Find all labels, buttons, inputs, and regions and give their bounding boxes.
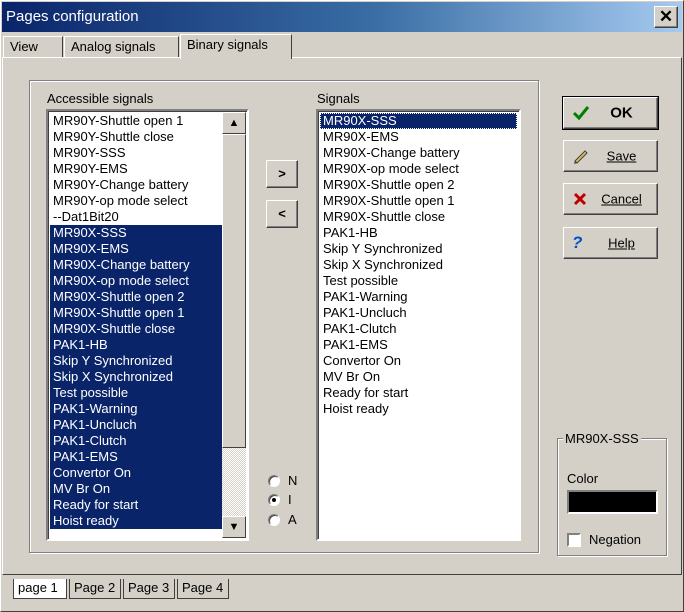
save-button[interactable]: Save bbox=[563, 140, 658, 172]
accessible-items: MR90Y-Shuttle open 1 MR90Y-Shuttle close M… bbox=[50, 113, 223, 529]
list-item[interactable]: Test possible bbox=[320, 273, 517, 289]
cancel-label: Cancel bbox=[601, 191, 642, 207]
list-item[interactable]: MR90Y-SSS bbox=[50, 145, 223, 161]
list-item[interactable]: Hoist ready bbox=[320, 401, 517, 417]
list-item[interactable]: MR90X-EMS bbox=[50, 241, 223, 257]
list-item[interactable]: PAK1-Clutch bbox=[50, 433, 223, 449]
list-item[interactable]: MR90X-Shuttle close bbox=[320, 209, 517, 225]
list-item[interactable]: Skip X Synchronized bbox=[50, 369, 223, 385]
list-item[interactable]: MR90Y-EMS bbox=[50, 161, 223, 177]
list-item[interactable]: PAK1-HB bbox=[50, 337, 223, 353]
list-item[interactable]: Convertor On bbox=[320, 353, 517, 369]
remove-signal-button[interactable]: < bbox=[266, 200, 298, 228]
accessible-signals-label: Accessible signals bbox=[47, 91, 154, 106]
tab-page-4[interactable]: Page 4 bbox=[177, 579, 229, 599]
list-item[interactable]: Test possible bbox=[50, 385, 223, 401]
add-signal-button[interactable]: > bbox=[266, 160, 298, 188]
list-item[interactable]: MR90X-SSS bbox=[320, 113, 517, 129]
negation-checkbox[interactable] bbox=[567, 533, 581, 547]
tab-page-2[interactable]: Page 2 bbox=[69, 579, 121, 599]
title-bar: Pages configuration ✕ bbox=[2, 2, 682, 32]
list-item[interactable]: MR90X-Shuttle open 1 bbox=[50, 305, 223, 321]
signals-label: Signals bbox=[317, 91, 360, 106]
negation-label: Negation bbox=[589, 532, 642, 547]
list-item[interactable]: PAK1-EMS bbox=[50, 449, 223, 465]
list-item[interactable]: Convertor On bbox=[50, 465, 223, 481]
signals-items: MR90X-SSS MR90X-EMS MR90X-Change battery MR… bbox=[320, 113, 517, 417]
list-item[interactable]: MR90Y-Shuttle open 1 bbox=[50, 113, 223, 129]
list-item[interactable]: MR90Y-op mode select bbox=[50, 193, 223, 209]
close-icon: ✕ bbox=[658, 7, 674, 26]
list-item[interactable]: MR90Y-Shuttle close bbox=[50, 129, 223, 145]
list-item[interactable]: MR90X-Shuttle open 2 bbox=[320, 177, 517, 193]
list-item[interactable]: MR90X-EMS bbox=[320, 129, 517, 145]
tab-page-1[interactable]: page 1 bbox=[13, 579, 67, 599]
list-item[interactable]: PAK1-Clutch bbox=[320, 321, 517, 337]
list-item[interactable]: Skip Y Synchronized bbox=[320, 241, 517, 257]
list-item[interactable]: MR90X-Shuttle open 1 bbox=[320, 193, 517, 209]
radio-n[interactable]: N bbox=[268, 473, 308, 489]
help-button[interactable]: ? Help bbox=[563, 227, 658, 259]
scroll-up-button[interactable]: ▲ bbox=[222, 112, 246, 134]
ok-button[interactable]: OK bbox=[562, 96, 659, 130]
list-item[interactable]: Hoist ready bbox=[50, 513, 223, 529]
scroll-thumb[interactable] bbox=[222, 134, 246, 448]
list-item[interactable]: Skip X Synchronized bbox=[320, 257, 517, 273]
accessible-signals-list[interactable]: MR90Y-Shuttle open 1 MR90Y-Shuttle close M… bbox=[46, 109, 249, 541]
color-label: Color bbox=[567, 471, 599, 486]
color-swatch[interactable] bbox=[567, 490, 658, 514]
radio-n-label: N bbox=[288, 473, 298, 488]
save-label: Save bbox=[606, 148, 637, 164]
list-item[interactable]: Skip Y Synchronized bbox=[50, 353, 223, 369]
radio-a-label: A bbox=[288, 512, 297, 527]
radio-i[interactable]: I bbox=[268, 492, 308, 508]
accessible-scrollbar[interactable]: ▲ ▼ bbox=[222, 112, 246, 538]
radio-a-circle[interactable] bbox=[268, 514, 280, 526]
list-item[interactable]: MR90Y-Change battery bbox=[50, 177, 223, 193]
list-item[interactable]: Ready for start bbox=[320, 385, 517, 401]
window-title: Pages configuration bbox=[6, 8, 139, 25]
list-item[interactable]: PAK1-Warning bbox=[320, 289, 517, 305]
radio-a[interactable]: A bbox=[268, 512, 308, 528]
signals-list[interactable]: MR90X-SSS MR90X-EMS MR90X-Change battery MR… bbox=[316, 109, 521, 541]
tab-page-3[interactable]: Page 3 bbox=[123, 579, 175, 599]
list-item[interactable]: MR90X-Change battery bbox=[50, 257, 223, 273]
list-item[interactable]: MR90X-Shuttle open 2 bbox=[50, 289, 223, 305]
radio-n-circle[interactable] bbox=[268, 475, 280, 487]
list-item[interactable]: MR90X-op mode select bbox=[50, 273, 223, 289]
cancel-button[interactable]: Cancel bbox=[563, 183, 658, 215]
list-item[interactable]: PAK1-Warning bbox=[50, 401, 223, 417]
list-item[interactable]: MR90X-SSS bbox=[50, 225, 223, 241]
properties-title: MR90X-SSS bbox=[563, 431, 641, 446]
list-item[interactable]: PAK1-HB bbox=[320, 225, 517, 241]
list-item[interactable]: MR90X-Change battery bbox=[320, 145, 517, 161]
radio-i-circle[interactable] bbox=[268, 494, 280, 506]
list-item[interactable]: Ready for start bbox=[50, 497, 223, 513]
list-item[interactable]: --Dat1Bit20 bbox=[50, 209, 223, 225]
tab-binary-signals[interactable]: Binary signals bbox=[180, 34, 292, 59]
list-item[interactable]: MR90X-Shuttle close bbox=[50, 321, 223, 337]
list-item[interactable]: PAK1-Uncluch bbox=[50, 417, 223, 433]
list-item[interactable]: MV Br On bbox=[50, 481, 223, 497]
pages-configuration-dialog: Pages configuration ✕ View Analog signal… bbox=[0, 0, 684, 612]
list-item[interactable]: PAK1-EMS bbox=[320, 337, 517, 353]
list-item[interactable]: MV Br On bbox=[320, 369, 517, 385]
tab-analog-signals[interactable]: Analog signals bbox=[64, 36, 179, 58]
list-item[interactable]: MR90X-op mode select bbox=[320, 161, 517, 177]
tab-view[interactable]: View bbox=[3, 36, 63, 58]
list-item[interactable]: PAK1-Uncluch bbox=[320, 305, 517, 321]
help-label: Help bbox=[608, 235, 635, 251]
scroll-down-button[interactable]: ▼ bbox=[222, 516, 246, 538]
radio-i-label: I bbox=[288, 492, 292, 507]
close-button[interactable]: ✕ bbox=[654, 6, 678, 28]
ok-label: OK bbox=[610, 104, 633, 122]
